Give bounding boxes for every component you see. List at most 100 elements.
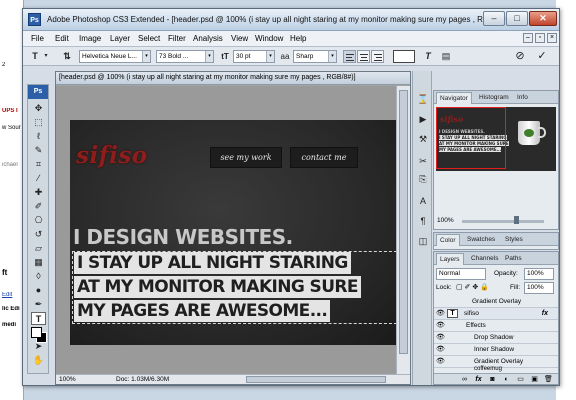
document-title[interactable]: [header.psd @ 100% (i stay up all night … [56, 72, 410, 85]
mask-icon[interactable]: ◙ [488, 375, 497, 384]
history-panel-icon[interactable]: ⌛ [417, 93, 429, 105]
tab-color[interactable]: Color [436, 234, 460, 246]
pen-tool-icon[interactable]: ✒ [31, 298, 46, 311]
text-orientation-icon[interactable]: ⇅ [61, 50, 73, 63]
menu-select[interactable]: Select [138, 34, 160, 43]
selected-text-line[interactable]: I STAY UP ALL NIGHT STARING [74, 252, 351, 274]
actions-panel-icon[interactable]: ▶ [417, 113, 429, 125]
eye-icon[interactable]: 👁 [436, 322, 445, 329]
menu-layer[interactable]: Layer [110, 34, 130, 43]
group-icon[interactable]: ▭ [516, 375, 525, 384]
layer-row[interactable]: Gradient Overlay [434, 296, 558, 308]
navigator-preview[interactable]: sifiso I DESIGN WEBSITES. I STAY UP ALL … [436, 107, 556, 171]
menu-image[interactable]: Image [79, 34, 101, 43]
menu-window[interactable]: Window [255, 34, 283, 43]
tab-channels[interactable]: Channels [468, 253, 501, 265]
trash-icon[interactable]: 🗑 [544, 375, 553, 384]
tool-preset-arrow-icon[interactable]: ▾ [43, 50, 49, 63]
eye-icon[interactable]: 👁 [436, 346, 445, 353]
artboard[interactable]: sifiso see my work contact me I DESIGN W… [70, 120, 396, 345]
text-color-swatch[interactable] [393, 50, 415, 63]
menu-filter[interactable]: Filter [168, 34, 186, 43]
eye-icon[interactable]: 👁 [436, 310, 445, 317]
align-center-button[interactable] [357, 50, 370, 63]
marquee-tool-icon[interactable]: ⬚ [31, 116, 46, 129]
tab-histogram[interactable]: Histogram [476, 92, 512, 104]
tool-presets-icon[interactable]: ⚒ [417, 133, 429, 145]
minimize-button[interactable]: – [483, 11, 505, 26]
navigator-zoom[interactable]: 100% [437, 217, 454, 224]
slice-tool-icon[interactable]: ⁄ [31, 172, 46, 185]
history-brush-icon[interactable]: ↺ [31, 228, 46, 241]
layer-row[interactable]: 👁 Inner Shadow [434, 344, 558, 356]
tab-layers[interactable]: Layers [436, 253, 464, 265]
layer-row[interactable]: 👁 Drop Shadow [434, 332, 558, 344]
type-tool-icon[interactable]: T [29, 50, 41, 63]
menu-analysis[interactable]: Analysis [193, 34, 223, 43]
lock-icons[interactable]: ▢ ✐ ✥ 🔒 [456, 283, 489, 291]
selected-text-line[interactable]: AT MY MONITOR MAKING SURE [74, 276, 361, 298]
move-tool-icon[interactable]: ✥ [31, 102, 46, 115]
vertical-scrollbar[interactable] [396, 86, 410, 374]
doc-minimize-icon[interactable]: – [523, 33, 533, 43]
crop-tool-icon[interactable]: ⌗ [31, 158, 46, 171]
title-bar[interactable]: Ps Adobe Photoshop CS3 Extended - [heade… [23, 9, 559, 31]
tab-info[interactable]: Info [514, 92, 531, 104]
clone-tool-icon[interactable]: ⎔ [31, 214, 46, 227]
warp-text-icon[interactable]: T [421, 50, 435, 63]
eye-icon[interactable]: 👁 [436, 358, 445, 365]
tab-swatches[interactable]: Swatches [464, 234, 498, 246]
menu-edit[interactable]: Edit [55, 34, 69, 43]
font-size-select[interactable]: 30 pt ▾ [233, 50, 275, 63]
clone-source-icon[interactable]: ⎘ [417, 173, 429, 185]
eraser-tool-icon[interactable]: ▱ [31, 242, 46, 255]
antialias-select[interactable]: Sharp ▾ [293, 50, 337, 63]
healing-tool-icon[interactable]: ✚ [31, 186, 46, 199]
align-right-button[interactable] [371, 50, 384, 63]
close-button[interactable]: ✕ [529, 11, 557, 26]
doc-size[interactable]: Doc: 1.03M/6.30M [116, 375, 169, 384]
type-tool-icon[interactable]: T [31, 312, 46, 325]
bg-fragment[interactable]: Edit [2, 292, 24, 298]
foreground-color[interactable] [31, 327, 42, 338]
horizontal-scroll-thumb[interactable] [246, 376, 386, 383]
gradient-tool-icon[interactable]: ▦ [31, 256, 46, 269]
lasso-tool-icon[interactable]: ℓ [31, 130, 46, 143]
eye-icon[interactable]: 👁 [436, 334, 445, 341]
hand-tool-icon[interactable]: ✋ [31, 354, 46, 367]
link-icon[interactable]: ∞ [460, 375, 469, 384]
doc-close-icon[interactable]: × [547, 33, 557, 43]
zoom-level[interactable]: 100% [59, 375, 76, 384]
layer-row[interactable]: 👁 Effects [434, 320, 558, 332]
paragraph-panel-icon[interactable]: ¶ [417, 215, 429, 227]
view-box[interactable] [436, 107, 506, 169]
layer-row[interactable]: 👁 T sifiso fx [434, 308, 558, 320]
layer-comps-icon[interactable]: ◫ [417, 235, 429, 247]
color-swatches[interactable] [31, 327, 47, 343]
blend-mode-select[interactable]: Normal [436, 268, 486, 280]
tab-navigator[interactable]: Navigator [436, 92, 472, 104]
menu-help[interactable]: Help [290, 34, 306, 43]
brush-tool-icon[interactable]: ✐ [31, 200, 46, 213]
canvas-area[interactable]: sifiso see my work contact me I DESIGN W… [56, 86, 396, 374]
new-layer-icon[interactable]: ▣ [530, 375, 539, 384]
menu-file[interactable]: File [31, 34, 44, 43]
dodge-tool-icon[interactable]: ● [31, 284, 46, 297]
align-left-button[interactable] [343, 50, 356, 63]
character-panel-icon[interactable]: ▤ [439, 50, 453, 63]
tab-styles[interactable]: Styles [502, 234, 526, 246]
opacity-input[interactable]: 100% [524, 268, 554, 280]
blur-tool-icon[interactable]: ◊ [31, 270, 46, 283]
character-panel-icon[interactable]: A [417, 195, 429, 207]
selected-text-line[interactable]: MY PAGES ARE AWESOME... [74, 300, 331, 322]
cancel-icon[interactable]: ⊘ [513, 50, 527, 63]
quick-select-tool-icon[interactable]: ✎ [31, 144, 46, 157]
commit-icon[interactable]: ✓ [535, 50, 549, 63]
font-style-select[interactable]: 73 Bold ... ▾ [156, 50, 214, 63]
maximize-button[interactable]: □ [506, 11, 528, 26]
zoom-slider[interactable] [462, 220, 544, 223]
tab-paths[interactable]: Paths [502, 253, 525, 265]
brushes-panel-icon[interactable]: ✂ [417, 155, 429, 167]
fx-icon[interactable]: fx [474, 375, 483, 384]
adjustment-icon[interactable]: ◐ [502, 375, 511, 384]
